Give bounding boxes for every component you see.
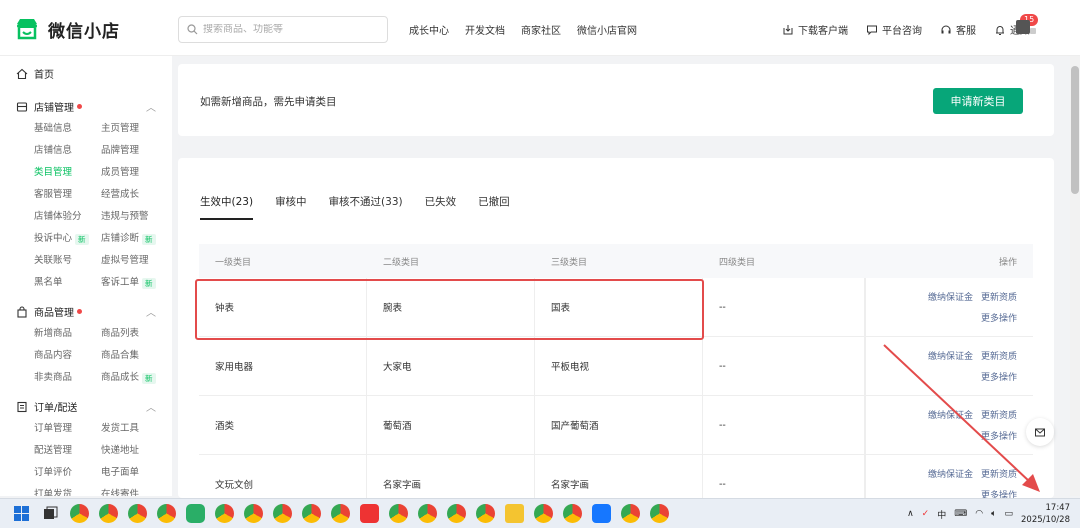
scrollbar-thumb[interactable] (1071, 66, 1079, 194)
taskbar-apps (12, 504, 669, 523)
chrome-icon[interactable] (273, 504, 292, 523)
chrome-icon[interactable] (447, 504, 466, 523)
windows-start-icon[interactable] (12, 504, 31, 523)
os-taskbar: ∧ ✓ 中 ⌨ ◠ 🔈︎ ▭ 17:47 2025/10/28 (0, 498, 1080, 528)
chrome-icon[interactable] (70, 504, 89, 523)
date: 2025/10/28 (1021, 515, 1070, 525)
chrome-icon[interactable] (650, 504, 669, 523)
app-icon[interactable] (592, 504, 611, 523)
volume-icon[interactable]: 🔈︎ (991, 509, 996, 519)
chevron-up-icon[interactable]: ∧ (907, 509, 914, 519)
chrome-icon[interactable] (157, 504, 176, 523)
time: 17:47 (1045, 503, 1071, 513)
annotation-arrow-icon (883, 344, 1040, 492)
chrome-icon[interactable] (418, 504, 437, 523)
chrome-icon[interactable] (128, 504, 147, 523)
wps-icon[interactable] (360, 504, 379, 523)
mail-icon (1035, 428, 1045, 437)
battery-icon[interactable]: ▭ (1004, 509, 1013, 519)
chrome-icon[interactable] (476, 504, 495, 523)
chrome-icon[interactable] (302, 504, 321, 523)
clock[interactable]: 17:47 2025/10/28 (1021, 502, 1070, 526)
ime-indicator[interactable]: 中 (937, 508, 946, 521)
folder-icon[interactable] (505, 504, 524, 523)
chrome-icon[interactable] (244, 504, 263, 523)
chrome-icon[interactable] (215, 504, 234, 523)
chrome-icon[interactable] (389, 504, 408, 523)
task-view-icon[interactable] (41, 504, 60, 523)
feedback-float-button[interactable] (1026, 418, 1054, 446)
system-tray: ∧ ✓ 中 ⌨ ◠ 🔈︎ ▭ 17:47 2025/10/28 (907, 502, 1070, 526)
chrome-icon[interactable] (563, 504, 582, 523)
chrome-icon[interactable] (534, 504, 553, 523)
wifi-icon[interactable]: ◠ (975, 509, 983, 519)
input-method-icon[interactable]: ⌨ (954, 509, 967, 519)
chrome-icon[interactable] (621, 504, 640, 523)
security-shield-icon[interactable]: ✓ (922, 509, 930, 519)
chrome-icon[interactable] (99, 504, 118, 523)
wechat-icon[interactable] (186, 504, 205, 523)
chrome-icon[interactable] (331, 504, 350, 523)
